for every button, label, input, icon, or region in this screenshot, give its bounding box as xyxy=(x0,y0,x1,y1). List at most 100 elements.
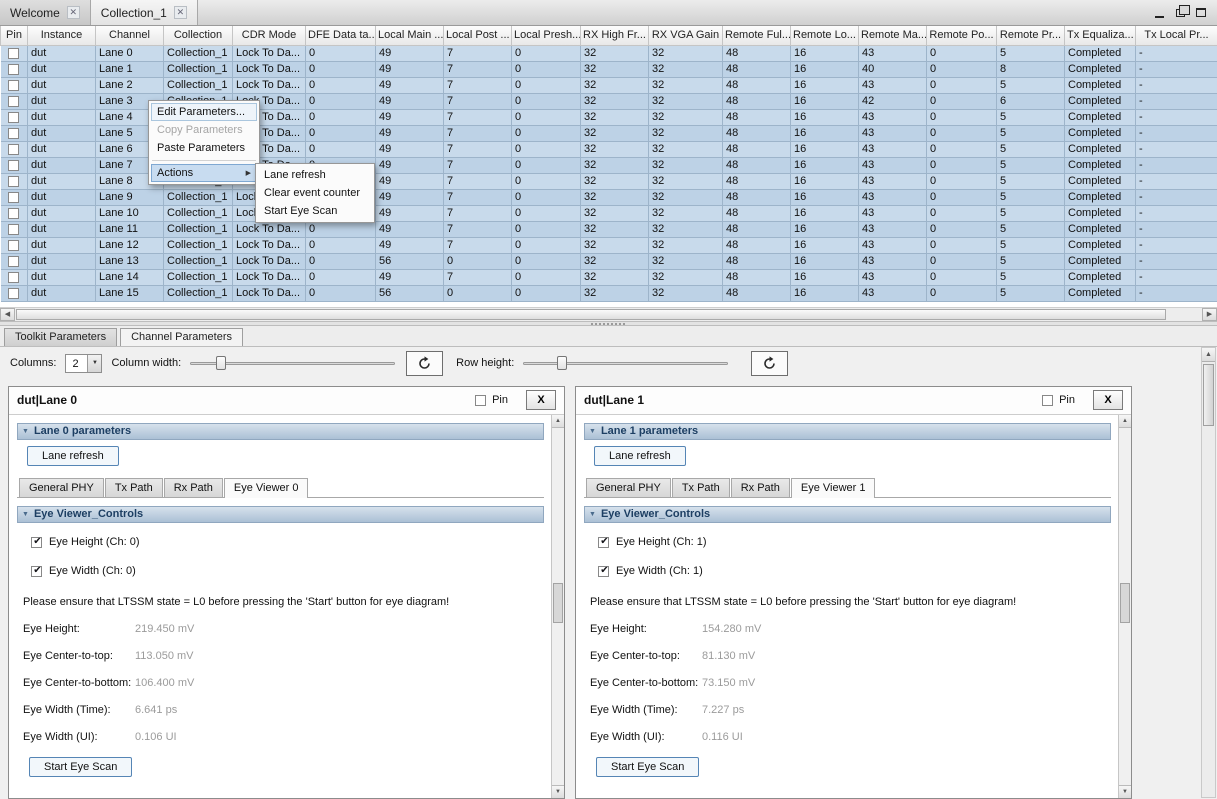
pin-checkbox[interactable] xyxy=(8,224,19,235)
tab-tx-path[interactable]: Tx Path xyxy=(105,478,163,497)
column-header-remote-po[interactable]: Remote Po... xyxy=(927,26,997,45)
panel-scrollbar[interactable]: ▲ ▼ xyxy=(551,415,564,798)
table-row[interactable]: dutLane 12Collection_1Lock To Da...04970… xyxy=(1,237,1217,253)
menu-item-actions[interactable]: Actions ▶ xyxy=(151,164,257,182)
pin-checkbox[interactable] xyxy=(1042,395,1053,406)
panel-scrollbar[interactable]: ▲ ▼ xyxy=(1118,415,1131,798)
tab-close-icon[interactable]: ✕ xyxy=(174,6,187,19)
close-panel-button[interactable]: X xyxy=(526,390,556,410)
eye-height-checkbox[interactable] xyxy=(598,537,609,548)
tab-tx-path[interactable]: Tx Path xyxy=(672,478,730,497)
column-header-remote-ma[interactable]: Remote Ma... xyxy=(859,26,927,45)
panel-scroll-thumb[interactable] xyxy=(553,583,563,623)
start-eye-scan-button[interactable]: Start Eye Scan xyxy=(596,757,699,777)
pin-checkbox[interactable] xyxy=(8,96,19,107)
pin-checkbox[interactable] xyxy=(8,128,19,139)
tab-collection-1[interactable]: Collection_1 ✕ xyxy=(91,0,198,25)
float-icon[interactable] xyxy=(1172,5,1188,21)
tab-general-phy[interactable]: General PHY xyxy=(586,478,671,497)
table-row[interactable]: dutLane 1Collection_1Lock To Da...049703… xyxy=(1,61,1217,77)
scroll-left-icon[interactable]: ◀ xyxy=(0,308,15,321)
column-header-remote-pr[interactable]: Remote Pr... xyxy=(997,26,1065,45)
table-row[interactable]: dutLane 2Collection_1Lock To Da...049703… xyxy=(1,77,1217,93)
pin-checkbox[interactable] xyxy=(8,288,19,299)
column-header-instance[interactable]: Instance xyxy=(28,26,96,45)
scroll-right-icon[interactable]: ▶ xyxy=(1202,308,1217,321)
columns-dropdown[interactable]: 2 ▼ xyxy=(65,354,102,373)
maximize-icon[interactable] xyxy=(1193,5,1209,21)
tab-general-phy[interactable]: General PHY xyxy=(19,478,104,497)
column-header-collection[interactable]: Collection xyxy=(164,26,233,45)
column-width-slider[interactable] xyxy=(190,354,395,372)
scroll-down-icon[interactable]: ▼ xyxy=(552,785,564,798)
column-header-local-presh[interactable]: Local Presh... xyxy=(512,26,581,45)
pin-checkbox[interactable] xyxy=(475,395,486,406)
column-header-cdr-mode[interactable]: CDR Mode xyxy=(233,26,306,45)
table-row[interactable]: dutLane 0Collection_1Lock To Da...049703… xyxy=(1,45,1217,61)
eye-viewer-controls-header[interactable]: ▼ Eye Viewer_Controls xyxy=(584,506,1111,523)
column-header-rx-high-fr[interactable]: RX High Fr... xyxy=(581,26,649,45)
table-row[interactable]: dutLane 10Collection_1Lock To Da...04970… xyxy=(1,205,1217,221)
pin-checkbox[interactable] xyxy=(8,64,19,75)
vertical-scroll-thumb[interactable] xyxy=(1203,364,1214,426)
table-row[interactable]: dutLane 13Collection_1Lock To Da...05600… xyxy=(1,253,1217,269)
column-width-refresh-button[interactable] xyxy=(406,351,443,376)
pin-checkbox[interactable] xyxy=(8,144,19,155)
table-row[interactable]: dutLane 9Collection_1Lock To Da...049703… xyxy=(1,189,1217,205)
pin-checkbox[interactable] xyxy=(8,112,19,123)
start-eye-scan-button[interactable]: Start Eye Scan xyxy=(29,757,132,777)
eye-viewer-controls-header[interactable]: ▼ Eye Viewer_Controls xyxy=(17,506,544,523)
row-height-refresh-button[interactable] xyxy=(751,351,788,376)
scroll-down-icon[interactable]: ▼ xyxy=(1119,785,1131,798)
column-header-remote-ful[interactable]: Remote Ful... xyxy=(723,26,791,45)
pin-checkbox[interactable] xyxy=(8,208,19,219)
pin-checkbox[interactable] xyxy=(8,176,19,187)
column-header-local-post[interactable]: Local Post ... xyxy=(444,26,512,45)
bottom-section-scrollbar[interactable]: ▲ xyxy=(1201,347,1216,798)
menu-item-clear-event-counter[interactable]: Clear event counter xyxy=(258,184,372,202)
lane-parameters-header[interactable]: ▼ Lane 0 parameters xyxy=(17,423,544,440)
table-row[interactable]: dutLane 11Collection_1Lock To Da...04970… xyxy=(1,221,1217,237)
menu-item-paste-parameters[interactable]: Paste Parameters xyxy=(151,139,257,157)
panel-scroll-thumb[interactable] xyxy=(1120,583,1130,623)
column-header-dfe-data-ta[interactable]: DFE Data ta... xyxy=(306,26,376,45)
menu-item-start-eye-scan[interactable]: Start Eye Scan xyxy=(258,202,372,220)
column-header-local-main[interactable]: Local Main ... xyxy=(376,26,444,45)
tab-channel-parameters[interactable]: Channel Parameters xyxy=(120,328,243,346)
tab-rx-path[interactable]: Rx Path xyxy=(731,478,790,497)
pin-checkbox[interactable] xyxy=(8,48,19,59)
pin-checkbox[interactable] xyxy=(8,272,19,283)
tab-welcome[interactable]: Welcome ✕ xyxy=(0,0,91,25)
pin-checkbox[interactable] xyxy=(8,240,19,251)
menu-item-edit-parameters[interactable]: Edit Parameters... xyxy=(151,103,257,121)
column-header-channel[interactable]: Channel xyxy=(96,26,164,45)
scroll-up-icon[interactable]: ▲ xyxy=(1202,348,1215,362)
scroll-up-icon[interactable]: ▲ xyxy=(1119,415,1131,428)
horizontal-scroll-thumb[interactable] xyxy=(16,309,1166,320)
slider-thumb[interactable] xyxy=(216,356,226,370)
slider-thumb[interactable] xyxy=(557,356,567,370)
lane-refresh-button[interactable]: Lane refresh xyxy=(594,446,686,466)
tab-eye-viewer[interactable]: Eye Viewer 0 xyxy=(224,478,309,498)
pin-checkbox[interactable] xyxy=(8,256,19,267)
column-header-tx-local-pr[interactable]: Tx Local Pr... xyxy=(1136,26,1217,45)
lane-refresh-button[interactable]: Lane refresh xyxy=(27,446,119,466)
pin-checkbox[interactable] xyxy=(8,192,19,203)
horizontal-splitter[interactable] xyxy=(0,321,1217,326)
minimize-icon[interactable] xyxy=(1151,5,1167,21)
scroll-up-icon[interactable]: ▲ xyxy=(552,415,564,428)
tab-toolkit-parameters[interactable]: Toolkit Parameters xyxy=(4,328,117,346)
eye-width-checkbox[interactable] xyxy=(598,566,609,577)
tab-rx-path[interactable]: Rx Path xyxy=(164,478,223,497)
tab-eye-viewer[interactable]: Eye Viewer 1 xyxy=(791,478,876,498)
eye-width-checkbox[interactable] xyxy=(31,566,42,577)
pin-checkbox[interactable] xyxy=(8,160,19,171)
tab-close-icon[interactable]: ✕ xyxy=(67,6,80,19)
column-header-rx-vga-gain[interactable]: RX VGA Gain xyxy=(649,26,723,45)
row-height-slider[interactable] xyxy=(523,354,728,372)
menu-item-lane-refresh[interactable]: Lane refresh xyxy=(258,166,372,184)
column-header-remote-lo[interactable]: Remote Lo... xyxy=(791,26,859,45)
column-header-tx-equaliza[interactable]: Tx Equaliza... xyxy=(1065,26,1136,45)
table-row[interactable]: dutLane 15Collection_1Lock To Da...05600… xyxy=(1,285,1217,301)
close-panel-button[interactable]: X xyxy=(1093,390,1123,410)
